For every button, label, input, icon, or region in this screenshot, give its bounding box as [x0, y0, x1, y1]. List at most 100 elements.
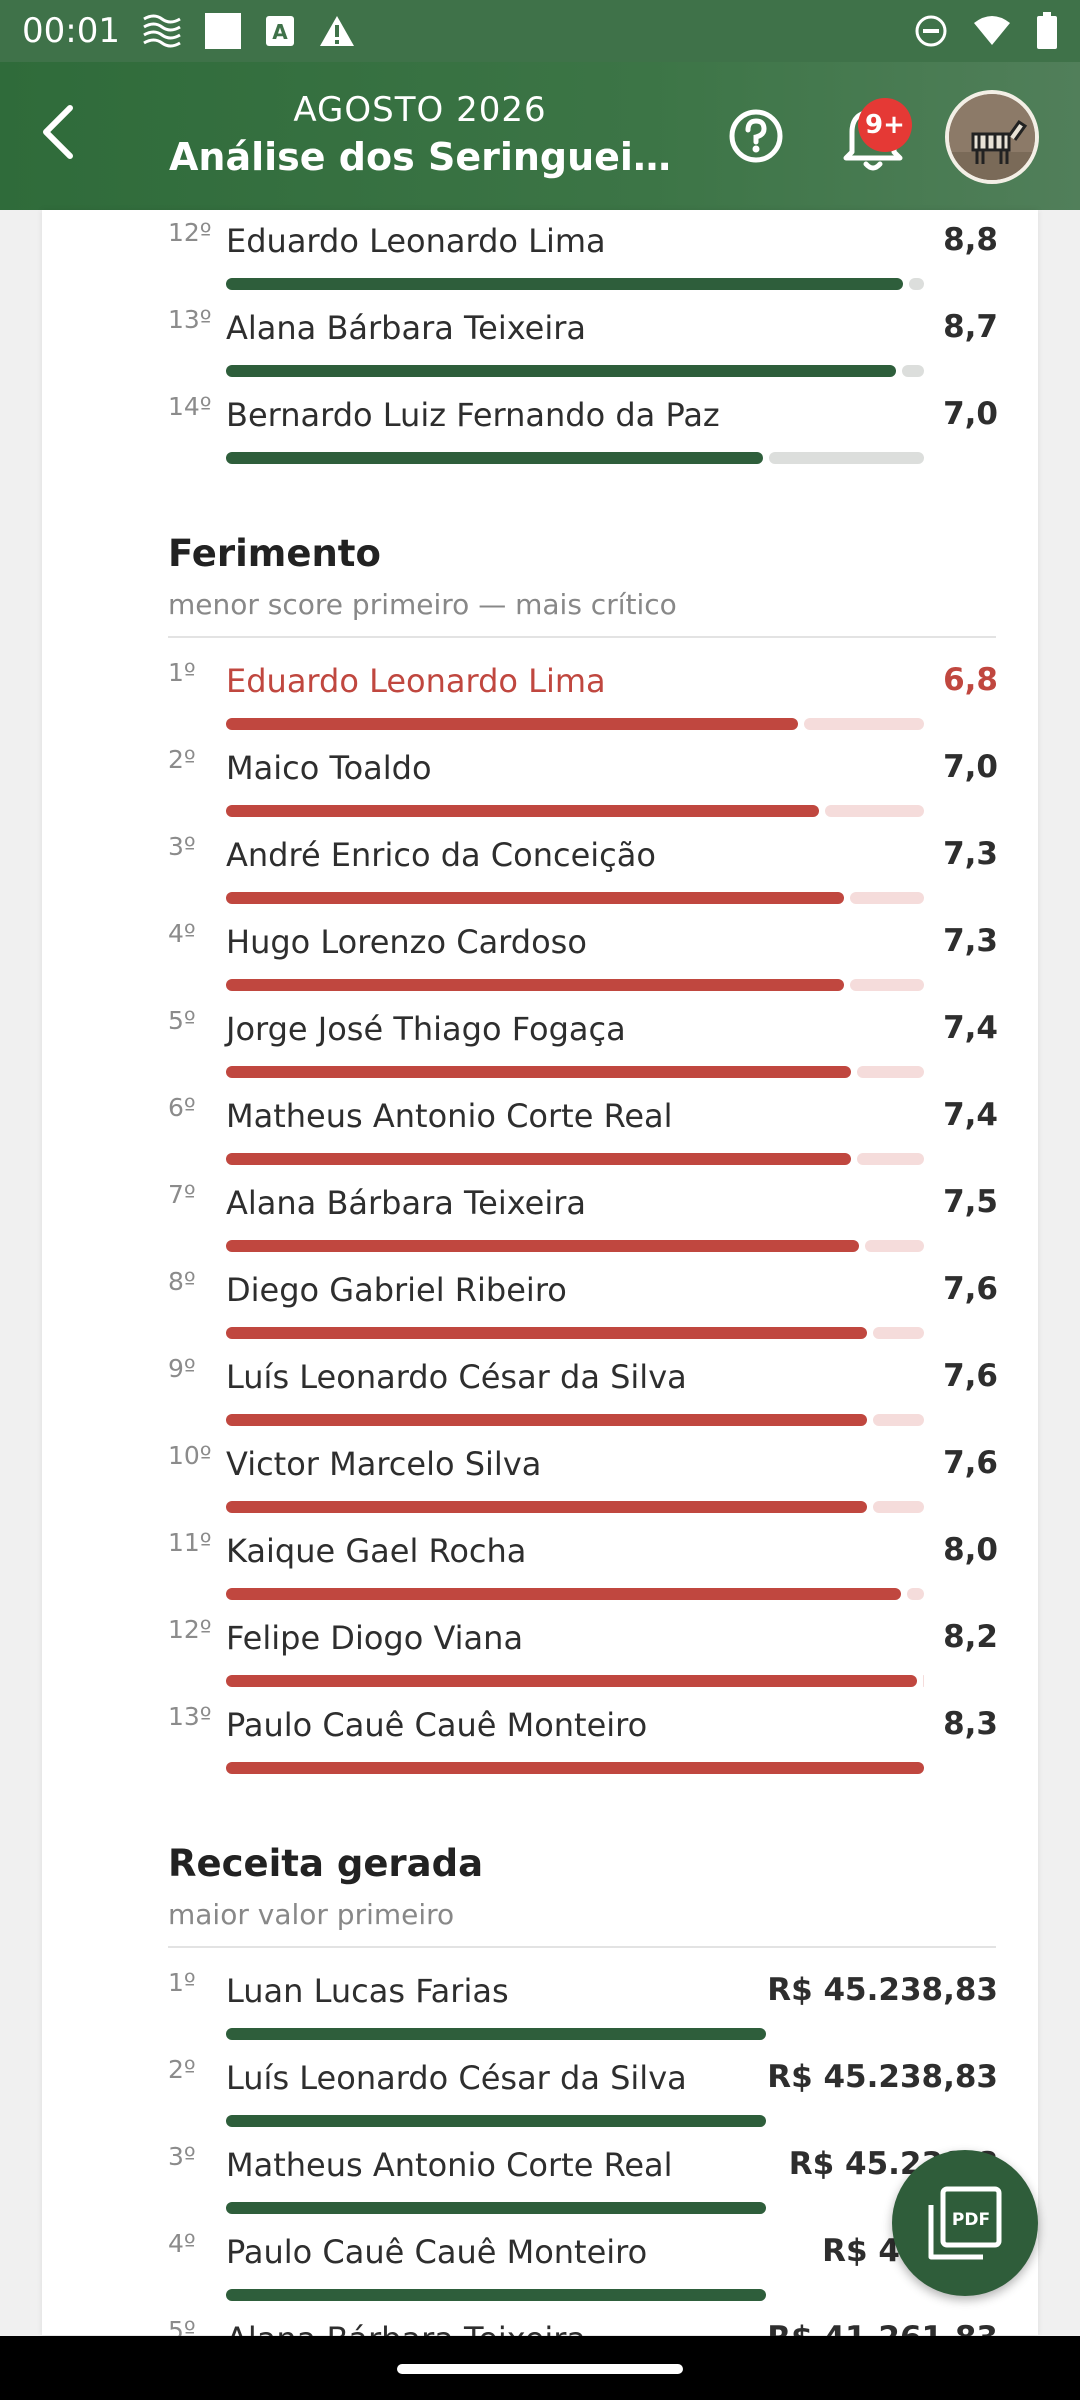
score-bar-remainder — [873, 1414, 924, 1426]
avatar[interactable] — [945, 90, 1039, 184]
rank-position: 3º — [168, 2142, 196, 2171]
divider — [168, 636, 996, 638]
rank-position: 5º — [168, 1006, 196, 1035]
export-pdf-button[interactable]: PDF — [892, 2150, 1038, 2296]
svg-text:PDF: PDF — [952, 2210, 990, 2230]
status-bar: 00:01 A — [0, 0, 1080, 62]
score-bar-fill — [226, 892, 844, 904]
score-bar — [226, 1762, 924, 1774]
ranking-row: 9º Luís Leonardo César da Silva 7,6 — [168, 1354, 998, 1438]
rank-position: 2º — [168, 2055, 196, 2084]
ranking-row: 6º Matheus Antonio Corte Real 7,4 — [168, 1093, 998, 1177]
divider — [168, 1946, 996, 1948]
score-bar — [226, 2202, 766, 2214]
worker-name: Paulo Cauê Cauê Monteiro — [226, 1706, 648, 1744]
score-bar-fill — [226, 718, 798, 730]
score-value: R$ 45.238,83 — [767, 2059, 998, 2095]
rank-position: 11º — [168, 1528, 212, 1557]
score-bar-remainder — [825, 805, 924, 817]
score-bar — [226, 365, 924, 377]
score-bar — [226, 1588, 924, 1600]
score-bar-remainder — [923, 1675, 924, 1687]
ranking-row: 11º Kaique Gael Rocha 8,0 — [168, 1528, 998, 1612]
score-bar-fill — [226, 1066, 851, 1078]
score-value: 7,0 — [943, 749, 998, 785]
help-icon[interactable] — [726, 106, 786, 166]
worker-name: Felipe Diogo Viana — [226, 1619, 524, 1657]
score-bar-fill — [226, 979, 844, 991]
rank-position: 12º — [168, 218, 212, 247]
score-value: 7,4 — [943, 1010, 998, 1046]
score-bar-remainder — [857, 1066, 924, 1078]
score-bar-remainder — [907, 1588, 924, 1600]
score-bar — [226, 805, 924, 817]
worker-name: Luan Lucas Farias — [226, 1972, 509, 2010]
score-value: 8,8 — [943, 222, 998, 258]
score-bar-fill — [226, 2289, 766, 2301]
score-bar-fill — [226, 1414, 867, 1426]
rank-position: 12º — [168, 1615, 212, 1644]
score-bar-fill — [226, 1153, 851, 1165]
worker-name: Jorge José Thiago Fogaça — [226, 1010, 626, 1048]
score-bar-remainder — [857, 1153, 924, 1165]
score-bar-fill — [226, 805, 819, 817]
score-bar-fill — [226, 1501, 867, 1513]
score-bar — [226, 2289, 766, 2301]
header-month: AGOSTO 2026 — [293, 90, 547, 130]
worker-name: Victor Marcelo Silva — [226, 1445, 542, 1483]
ranking-row: 3º Matheus Antonio Corte Real R$ 45.238,8 — [168, 2142, 998, 2226]
ferimento-title: Ferimento — [168, 532, 381, 575]
rank-position: 13º — [168, 305, 212, 334]
worker-name: André Enrico da Conceição — [226, 836, 656, 874]
ferimento-subtitle: menor score primeiro — mais crítico — [168, 588, 677, 621]
home-handle[interactable] — [397, 2364, 683, 2374]
score-value: 8,7 — [943, 309, 998, 345]
worker-name: Luís Leonardo César da Silva — [226, 2059, 687, 2097]
receita-title: Receita gerada — [168, 1842, 484, 1885]
score-value: 8,2 — [943, 1619, 998, 1655]
score-bar-fill — [226, 365, 896, 377]
ranking-row: 14º Bernardo Luiz Fernando da Paz 7,0 — [168, 392, 998, 476]
worker-name: Alana Bárbara Teixeira — [226, 1184, 587, 1222]
rank-position: 7º — [168, 1180, 196, 1209]
score-bar — [226, 1501, 924, 1513]
score-value: 7,5 — [943, 1184, 998, 1220]
ranking-card: 12º Eduardo Leonardo Lima 8,8 13º Alana Bárb… — [42, 210, 1038, 2388]
score-bar-fill — [226, 452, 763, 464]
rank-position: 10º — [168, 1441, 212, 1470]
ranking-row: 10º Victor Marcelo Silva 7,6 — [168, 1441, 998, 1525]
back-arrow-icon[interactable] — [26, 100, 90, 164]
ranking-row: 4º Hugo Lorenzo Cardoso 7,3 — [168, 919, 998, 1003]
score-value: 7,6 — [943, 1445, 998, 1481]
worker-name: Paulo Cauê Cauê Monteiro — [226, 2233, 648, 2271]
rank-position: 3º — [168, 832, 196, 861]
score-value: 7,3 — [943, 923, 998, 959]
score-value: R$ 45.238,83 — [767, 1972, 998, 2008]
score-bar — [226, 892, 924, 904]
app-header: AGOSTO 2026 Análise dos Seringuei… 9+ — [0, 62, 1080, 210]
wifi-icon — [972, 15, 1012, 47]
header-titles: AGOSTO 2026 Análise dos Seringuei… — [160, 88, 680, 182]
score-bar-fill — [226, 2028, 766, 2040]
score-bar-fill — [226, 1240, 859, 1252]
ranking-row: 5º Jorge José Thiago Fogaça 7,4 — [168, 1006, 998, 1090]
score-bar-remainder — [850, 892, 924, 904]
score-bar-remainder — [804, 718, 924, 730]
score-bar-fill — [226, 2202, 766, 2214]
ranking-row: 8º Diego Gabriel Ribeiro 7,6 — [168, 1267, 998, 1351]
score-bar-remainder — [865, 1240, 924, 1252]
battery-icon — [1036, 12, 1058, 50]
rank-position: 13º — [168, 1702, 212, 1731]
score-value: 7,6 — [943, 1271, 998, 1307]
receita-subtitle: maior valor primeiro — [168, 1898, 455, 1931]
page-title: Análise dos Seringuei… — [169, 135, 671, 179]
score-value: 7,0 — [943, 396, 998, 432]
score-bar — [226, 278, 924, 290]
worker-name: Bernardo Luiz Fernando da Paz — [226, 396, 720, 434]
score-bar — [226, 1414, 924, 1426]
score-value: 8,0 — [943, 1532, 998, 1568]
worker-name: Maico Toaldo — [226, 749, 432, 787]
ranking-row: 2º Luís Leonardo César da Silva R$ 45.238,… — [168, 2055, 998, 2139]
score-bar-remainder — [873, 1327, 924, 1339]
score-bar-remainder — [902, 365, 924, 377]
